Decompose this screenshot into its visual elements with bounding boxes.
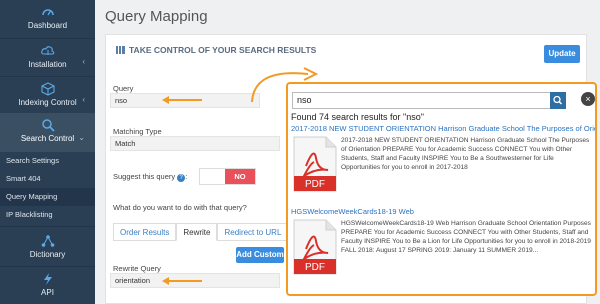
query-label: Query [113,84,134,93]
nav-api-label: API [41,288,54,297]
page-title: Query Mapping [105,8,208,25]
bar-chart-icon [116,46,125,54]
nav-dictionary-label: Dictionary [29,250,66,259]
sidebar-divider [0,76,95,77]
update-button[interactable]: Update [544,45,580,63]
annotation-arrow [166,280,202,282]
annotation-arrow-head [162,96,169,104]
result-title[interactable]: HGSWelcomeWeekCards18-19 Web [291,207,414,216]
suggest-toggle[interactable]: NO [199,168,256,185]
chevron-left-icon: ‹ [82,94,85,104]
nav-dashboard[interactable]: Dashboard [0,5,95,30]
nav-indexing-control-label: Indexing Control [18,98,77,107]
result-title[interactable]: 2017-2018 NEW STUDENT ORIENTATION Harris… [291,124,595,133]
bolt-icon [43,273,52,285]
matching-type-label: Matching Type [113,127,162,136]
what-label: What do you want to do with that query? [113,203,247,212]
submenu-query-mapping[interactable]: Query Mapping [0,188,95,206]
cube-icon [40,82,55,96]
search-control-submenu: Search Settings Smart 404 Query Mapping … [0,152,95,224]
submenu-ip-blacklisting[interactable]: IP Blacklisting [0,206,95,224]
preview-search-input[interactable]: nso [292,92,554,109]
share-icon [41,235,54,247]
annotation-arrow [166,99,202,101]
suggest-label: Suggest this query ?: [113,172,188,182]
sidebar: Dashboard Installation ‹ Indexing Contro… [0,0,95,304]
pdf-file-icon: PDF [293,136,337,192]
search-preview-popup: nso × Found 74 search results for "nso" … [286,82,597,296]
nav-installation[interactable]: Installation ‹ [0,44,95,69]
annotation-arrow-head [162,277,169,285]
search-icon [553,95,563,105]
tab-rewrite[interactable]: Rewrite [176,223,218,241]
tab-redirect-to-url[interactable]: Redirect to URL [217,223,289,241]
pdf-file-icon: PDF [293,219,337,275]
preview-search-button[interactable] [550,92,566,109]
result-description: HGSWelcomeWeekCards18-19 Web Harrison Gr… [341,220,591,254]
suggest-label-text: Suggest this query [113,172,176,181]
nav-dashboard-label: Dashboard [27,21,68,30]
submenu-smart-404[interactable]: Smart 404 [0,170,95,188]
nav-dictionary[interactable]: Dictionary [0,234,95,259]
chevron-left-icon: ‹ [82,56,85,66]
card-header-text: TAKE CONTROL OF YOUR SEARCH RESULTS [129,45,317,55]
rewrite-query-label: Rewrite Query [113,264,161,273]
dashboard-icon [41,9,54,16]
suggest-toggle-no: NO [225,169,255,184]
result-description: 2017-2018 NEW STUDENT ORIENTATION Harris… [341,137,590,171]
nav-installation-label: Installation [28,60,67,69]
sidebar-divider [0,226,95,227]
add-custom-button[interactable]: Add Custom [236,247,284,263]
search-icon [41,119,55,132]
tab-order-results[interactable]: Order Results [113,223,177,241]
help-icon[interactable]: ? [177,174,186,182]
close-icon[interactable]: × [581,92,595,106]
sidebar-divider [0,266,95,267]
pdf-badge: PDF [305,262,325,273]
nav-search-control[interactable]: Search Control ⌄ [0,113,95,152]
card-header: TAKE CONTROL OF YOUR SEARCH RESULTS [116,45,316,55]
results-count: Found 74 search results for "nso" [291,112,424,122]
chevron-down-icon: ⌄ [78,132,85,142]
pdf-badge: PDF [305,179,325,190]
submenu-search-settings[interactable]: Search Settings [0,152,95,170]
cloud-upload-icon [40,46,54,55]
nav-indexing-control[interactable]: Indexing Control ‹ [0,82,95,107]
matching-type-select[interactable]: Match [110,136,280,151]
sidebar-divider [0,38,95,39]
action-tabs: Order Results Rewrite Redirect to URL [113,223,289,241]
nav-api[interactable]: API [0,272,95,297]
